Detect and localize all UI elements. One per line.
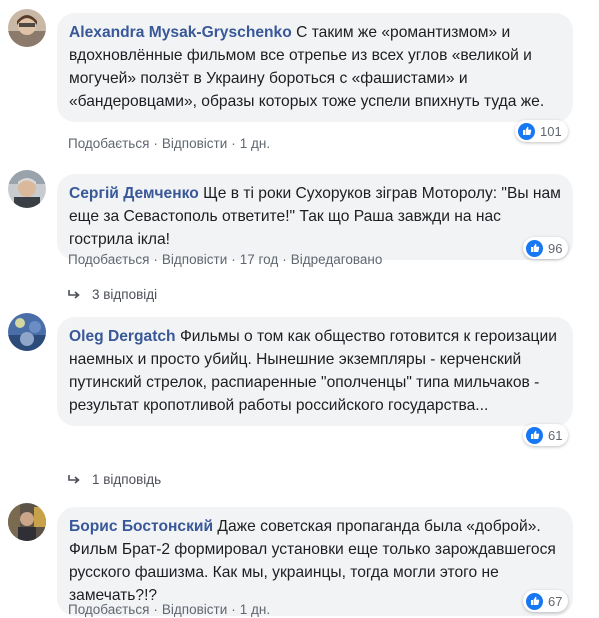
avatar-image: [8, 503, 46, 541]
reaction-count[interactable]: 67: [523, 590, 569, 612]
comment: Борис Бостонский Даже советская пропаган…: [0, 0, 599, 618]
thumbs-up-icon: [526, 592, 543, 610]
reply-link[interactable]: Відповісти: [162, 602, 227, 617]
separator-dot: ·: [231, 602, 236, 617]
comment-bubble: Борис Бостонский Даже советская пропаган…: [57, 507, 573, 616]
comment-author[interactable]: Борис Бостонский: [69, 518, 213, 535]
avatar[interactable]: [8, 503, 46, 541]
timestamp-link[interactable]: 1 дн.: [240, 602, 270, 617]
comment-actions: Подобається · Відповісти · 1 дн.: [68, 602, 270, 617]
reaction-number: 67: [548, 593, 563, 609]
like-link[interactable]: Подобається: [68, 602, 149, 617]
separator-dot: ·: [153, 602, 158, 617]
